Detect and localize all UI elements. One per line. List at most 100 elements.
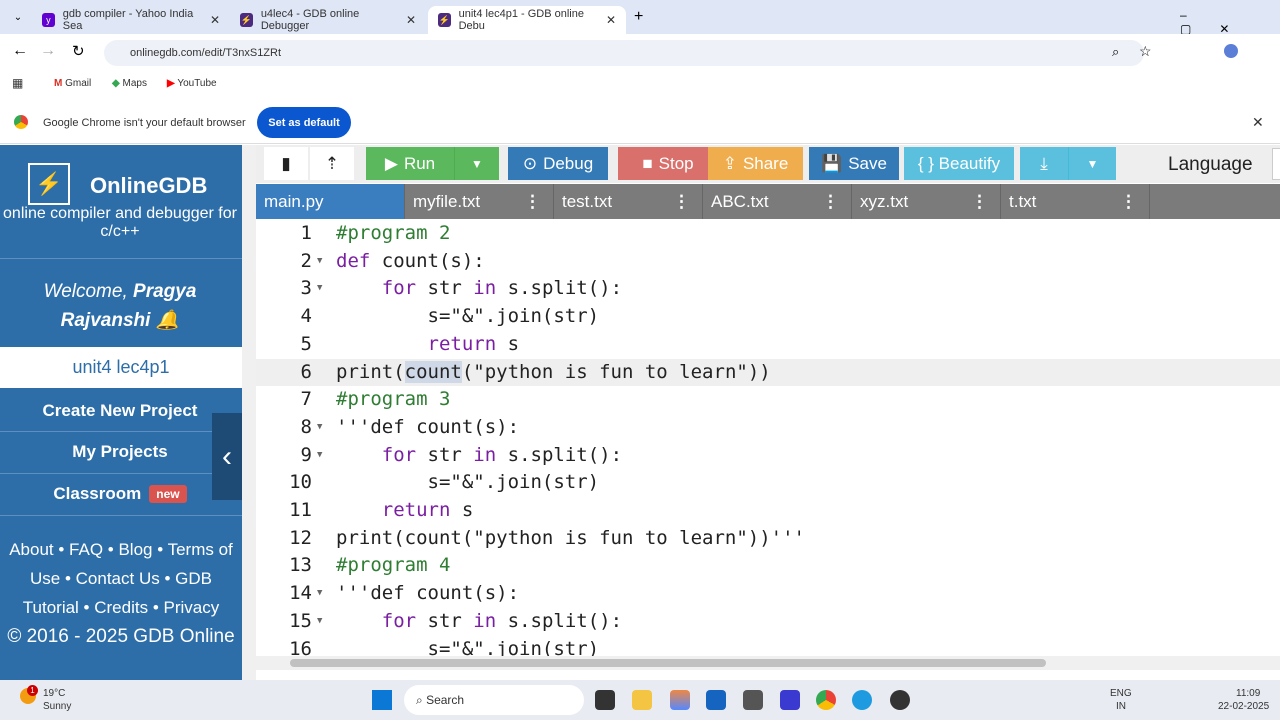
bookmark-maps[interactable]: ◆ Maps [112, 78, 147, 89]
file-tab[interactable]: test.txt ⋮ [554, 184, 703, 219]
privacy-link[interactable]: Privacy [164, 598, 220, 617]
run-dropdown[interactable]: ▼ [454, 147, 499, 180]
file-tab[interactable]: t.txt ⋮ [1001, 184, 1150, 219]
debug-button[interactable]: ⊙ Debug [508, 147, 608, 180]
obs-icon[interactable] [890, 690, 910, 710]
back-icon[interactable]: ← [12, 42, 28, 60]
code-line[interactable]: 12 print(count("python is fun to learn"))… [256, 525, 1280, 553]
code-token: return [381, 499, 451, 521]
code-line[interactable]: 3 ▼ for str in s.split(): [256, 275, 1280, 303]
upload-button[interactable]: ⇡ [310, 147, 354, 180]
fold-arrow-icon[interactable]: ▼ [317, 414, 322, 442]
code-line[interactable]: 11 return s [256, 497, 1280, 525]
stop-button[interactable]: ■ Stop [618, 147, 718, 180]
code-line[interactable]: 8 ▼ '''def count(s): [256, 414, 1280, 442]
bookmark-star-icon[interactable]: ☆ [1139, 43, 1152, 60]
clock-time[interactable]: 11:09 [1236, 688, 1260, 699]
reload-icon[interactable]: ↻ [72, 42, 85, 60]
beautify-button[interactable]: { } Beautify [904, 147, 1014, 180]
close-tab-icon[interactable]: ✕ [606, 13, 616, 27]
more-options-icon[interactable]: ⋮ [1120, 192, 1137, 212]
browser-tab-active[interactable]: ⚡ unit4 lec4p1 - GDB online Debu ✕ [428, 6, 626, 34]
code-token: #program 3 [336, 388, 451, 411]
forward-icon[interactable]: → [40, 42, 56, 60]
app-icon[interactable] [595, 690, 615, 710]
code-line[interactable]: 6 print(count("python is fun to learn")) [256, 358, 1280, 387]
bookmark-gmail[interactable]: M Gmail [54, 78, 91, 89]
bell-icon[interactable]: 🔔 [156, 310, 180, 331]
sidebar-scrollbar[interactable] [242, 145, 256, 680]
close-tab-icon[interactable]: ✕ [210, 13, 220, 27]
file-tab[interactable]: main.py [256, 184, 405, 219]
code-editor[interactable]: 1 #program 2 2 ▼ def count(s): 3 ▼ for str in … [256, 220, 1280, 656]
credits-link[interactable]: Credits [94, 598, 148, 617]
app-icon[interactable] [743, 690, 763, 710]
code-line[interactable]: 9 ▼ for str in s.split(): [256, 442, 1280, 470]
save-button[interactable]: 💾 Save [809, 147, 899, 180]
edge-icon[interactable] [852, 690, 872, 710]
project-name[interactable]: unit4 lec4p1 [0, 347, 242, 388]
classroom-button[interactable]: Classroom new [0, 478, 240, 510]
bookmark-youtube[interactable]: ▶ YouTube [167, 78, 217, 89]
chrome-taskbar-icon[interactable] [816, 690, 836, 710]
temperature[interactable]: 19°C [43, 688, 65, 699]
zoom-icon[interactable]: ⌕ [1112, 44, 1119, 60]
code-line[interactable]: 16 s="&".join(str) [256, 636, 1280, 657]
copilot-icon[interactable] [670, 690, 690, 710]
fold-arrow-icon[interactable]: ▼ [317, 442, 322, 470]
fold-arrow-icon[interactable]: ▼ [317, 608, 322, 636]
file-tab[interactable]: xyz.txt ⋮ [852, 184, 1001, 219]
code-line[interactable]: 2 ▼ def count(s): [256, 248, 1280, 276]
profile-avatar[interactable] [1224, 44, 1238, 58]
code-line[interactable]: 4 s="&".join(str) [256, 303, 1280, 331]
more-options-icon[interactable]: ⋮ [971, 192, 988, 212]
more-options-icon[interactable]: ⋮ [822, 192, 839, 212]
new-tab-icon[interactable]: + [634, 8, 643, 26]
fold-arrow-icon[interactable]: ▼ [317, 248, 322, 276]
my-projects-button[interactable]: My Projects [0, 436, 240, 468]
run-button[interactable]: ▶ Run [366, 147, 454, 180]
more-options-icon[interactable]: ⋮ [524, 192, 541, 212]
blog-link[interactable]: Blog [118, 540, 152, 559]
taskbar-search[interactable]: ⌕ Search [404, 685, 584, 715]
contact-link[interactable]: Contact Us [76, 569, 160, 588]
debug-icon: ⊙ [522, 153, 538, 173]
set-as-default-button[interactable]: Set as default [257, 107, 351, 138]
code-line[interactable]: 10 s="&".join(str) [256, 469, 1280, 497]
code-line[interactable]: 7 #program 3 [256, 386, 1280, 414]
fold-arrow-icon[interactable]: ▼ [317, 580, 322, 608]
share-button[interactable]: ⇪ Share [708, 147, 803, 180]
code-line[interactable]: 14 ▼ '''def count(s): [256, 580, 1280, 608]
create-new-project-button[interactable]: Create New Project [0, 395, 240, 427]
download-button[interactable]: ⤓ [1020, 147, 1068, 180]
app-icon[interactable] [780, 690, 800, 710]
language-indicator[interactable]: ENG [1110, 688, 1132, 699]
window-controls[interactable]: –▢✕ [1180, 8, 1280, 36]
file-tab[interactable]: myfile.txt ⋮ [405, 184, 554, 219]
language-select[interactable] [1272, 148, 1280, 180]
file-tab[interactable]: ABC.txt ⋮ [703, 184, 852, 219]
download-dropdown[interactable]: ▼ [1068, 147, 1116, 180]
store-icon[interactable] [706, 690, 726, 710]
browser-tab[interactable]: ⚡ u4lec4 - GDB online Debugger ✕ [230, 6, 426, 34]
fold-arrow-icon[interactable]: ▼ [317, 275, 322, 303]
faq-link[interactable]: FAQ [69, 540, 103, 559]
code-line[interactable]: 5 return s [256, 331, 1280, 359]
close-infobar-icon[interactable]: ✕ [1252, 114, 1264, 131]
scrollbar-thumb[interactable] [290, 659, 1046, 667]
code-line[interactable]: 13 #program 4 [256, 552, 1280, 580]
close-tab-icon[interactable]: ✕ [406, 13, 416, 27]
about-link[interactable]: About [9, 540, 53, 559]
browser-tab[interactable]: y gdb compiler - Yahoo India Sea ✕ [32, 6, 230, 34]
line-number: 2 [300, 249, 312, 272]
file-explorer-icon[interactable] [632, 690, 652, 710]
code-line[interactable]: 15 ▼ for str in s.split(): [256, 608, 1280, 636]
collapse-sidebar-button[interactable]: ‹ [212, 413, 242, 500]
code-line[interactable]: 1 #program 2 [256, 220, 1280, 248]
apps-icon[interactable]: ▦ [12, 76, 23, 90]
tab-search-icon[interactable]: ⌄ [8, 8, 28, 28]
windows-start-icon[interactable] [372, 690, 392, 710]
address-bar[interactable]: onlinegdb.com/edit/T3nxS1ZRt [104, 40, 1144, 66]
more-options-icon[interactable]: ⋮ [673, 192, 690, 212]
new-file-button[interactable]: ▮ [264, 147, 308, 180]
